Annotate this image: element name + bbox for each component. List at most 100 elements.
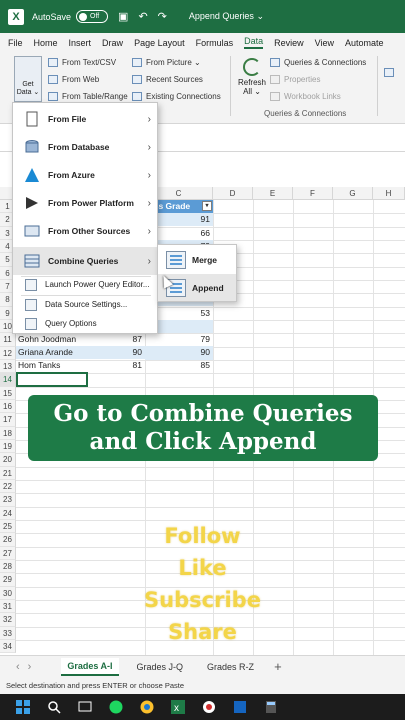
row-header[interactable]: 17	[0, 413, 16, 427]
row-header[interactable]: 11	[0, 333, 16, 347]
get-data-button[interactable]: Get Data ⌄	[14, 56, 42, 102]
menu-item-from-power-platform[interactable]: From Power Platform ›	[13, 189, 157, 217]
add-sheet-button[interactable]: +	[274, 659, 282, 674]
chrome-icon[interactable]	[139, 699, 155, 715]
redo-icon[interactable]: ↷	[158, 10, 167, 23]
row-header[interactable]: 18	[0, 426, 16, 440]
menu-item-from-file[interactable]: From File ›	[13, 105, 157, 133]
menu-item-merge[interactable]: Merge	[158, 246, 236, 273]
properties-button[interactable]: Properties	[270, 75, 320, 84]
windows-icon[interactable]	[15, 699, 31, 715]
ribbon-tab-view[interactable]: View	[315, 38, 334, 48]
from-text-csv-button[interactable]: From Text/CSV	[48, 58, 116, 67]
table-cell-value[interactable]: 79	[145, 333, 213, 346]
row-header[interactable]: 28	[0, 559, 16, 574]
menu-item-from-other-sources[interactable]: From Other Sources ›	[13, 217, 157, 245]
ribbon-tab-home[interactable]: Home	[34, 38, 58, 48]
record-icon[interactable]	[201, 699, 217, 715]
gridline	[16, 493, 405, 495]
excel-icon[interactable]: x	[170, 699, 186, 715]
table-cell-value[interactable]: 87	[100, 333, 145, 346]
more-ribbon-icon[interactable]	[384, 68, 398, 77]
row-header[interactable]: 26	[0, 533, 16, 547]
table-cell-name[interactable]: Gohn Joodman	[18, 333, 98, 346]
existing-connections-button[interactable]: Existing Connections	[132, 92, 221, 101]
column-header[interactable]: E	[253, 187, 293, 200]
row-header[interactable]: 27	[0, 546, 16, 560]
save-icon[interactable]: ▣	[118, 10, 128, 23]
row-header[interactable]: 24	[0, 506, 16, 520]
ribbon-tab-file[interactable]: File	[8, 38, 23, 48]
gridline	[16, 466, 405, 468]
column-header[interactable]: D	[213, 187, 253, 200]
active-cell[interactable]	[16, 372, 88, 387]
sheet-tab[interactable]: Grades J-Q	[131, 659, 190, 675]
column-header[interactable]: G	[333, 187, 373, 200]
table-cell-name[interactable]: Hom Tanks	[18, 359, 98, 372]
svg-text:x: x	[174, 703, 179, 714]
row-header[interactable]: 14	[0, 373, 16, 387]
row-header[interactable]: 34	[0, 639, 16, 654]
row-header[interactable]: 19	[0, 439, 16, 454]
excel-logo-icon: X	[8, 8, 24, 25]
from-picture-button[interactable]: From Picture ⌄	[132, 58, 201, 67]
table-cell-value[interactable]: 85	[145, 359, 213, 372]
sheet-tab[interactable]: Grades R-Z	[201, 659, 260, 675]
sheet-tab[interactable]: Grades A-I	[61, 657, 119, 676]
menu-item-from-database[interactable]: From Database ›	[13, 133, 157, 161]
menu-item-query-options[interactable]: Query Options	[13, 314, 157, 333]
prev-sheet-icon[interactable]: ‹	[16, 661, 20, 673]
row-header[interactable]: 29	[0, 573, 16, 587]
queries-connections-button[interactable]: Queries & Connections	[270, 58, 366, 67]
task-view-icon[interactable]	[77, 699, 93, 715]
ribbon-tab-page-layout[interactable]: Page Layout	[134, 38, 185, 48]
table-cell-name[interactable]: Griana Arande	[18, 346, 98, 359]
row-header[interactable]: 22	[0, 479, 16, 494]
ribbon-tab-data[interactable]: Data	[244, 36, 264, 49]
row-header[interactable]: 33	[0, 626, 16, 640]
from-web-button[interactable]: From Web	[48, 75, 99, 84]
search-icon[interactable]	[46, 699, 62, 715]
ribbon-tab-automate[interactable]: Automate	[345, 38, 384, 48]
undo-icon[interactable]: ↶	[138, 10, 147, 23]
menu-item-launch-power-query-editor[interactable]: Launch Power Query Editor...	[13, 275, 157, 294]
row-header[interactable]: 31	[0, 599, 16, 614]
row-header[interactable]: 15	[0, 386, 16, 400]
app-icon[interactable]	[232, 699, 248, 715]
ribbon-tab-insert[interactable]: Insert	[69, 38, 92, 48]
autosave-toggle[interactable]: Off	[76, 10, 109, 23]
menu-item-from-azure[interactable]: From Azure ›	[13, 161, 157, 189]
next-sheet-icon[interactable]: ›	[28, 661, 32, 673]
row-header[interactable]: 23	[0, 493, 16, 507]
picture-icon	[132, 58, 142, 67]
caption-line: Go to Combine Queries	[53, 400, 353, 427]
ribbon-tab-draw[interactable]: Draw	[102, 38, 123, 48]
workbook-links-button[interactable]: Workbook Links	[270, 92, 341, 101]
menu-item-data-source-settings[interactable]: Data Source Settings...	[13, 295, 157, 314]
document-title[interactable]: Append Queries ⌄	[189, 11, 264, 22]
column-header[interactable]: F	[293, 187, 333, 200]
row-header[interactable]: 20	[0, 453, 16, 467]
status-bar: Select destination and press ENTER or ch…	[0, 677, 405, 694]
ribbon-tab-review[interactable]: Review	[274, 38, 304, 48]
row-header[interactable]: 21	[0, 466, 16, 480]
filter-dropdown-icon[interactable]: ▾	[202, 201, 212, 211]
table-cell-value[interactable]: 90	[100, 346, 145, 359]
column-header[interactable]: H	[373, 187, 405, 200]
calculator-icon[interactable]	[263, 699, 279, 715]
from-table-range-button[interactable]: From Table/Range	[48, 92, 128, 101]
row-header[interactable]: 32	[0, 613, 16, 627]
menu-item-combine-queries[interactable]: Combine Queries ›	[13, 247, 157, 275]
refresh-all-button[interactable]: Refresh All ⌄	[236, 58, 268, 96]
row-header[interactable]: 30	[0, 586, 16, 600]
table-cell-value[interactable]: 90	[145, 346, 213, 359]
query-options-icon	[25, 317, 37, 330]
row-header[interactable]: 25	[0, 519, 16, 534]
ribbon-tab-formulas[interactable]: Formulas	[196, 38, 234, 48]
recent-sources-button[interactable]: Recent Sources	[132, 75, 203, 84]
row-header[interactable]: 13	[0, 359, 16, 374]
table-cell-value[interactable]: 81	[100, 359, 145, 372]
spotify-icon[interactable]	[108, 699, 124, 715]
row-header[interactable]: 16	[0, 399, 16, 414]
row-header[interactable]: 12	[0, 346, 16, 360]
